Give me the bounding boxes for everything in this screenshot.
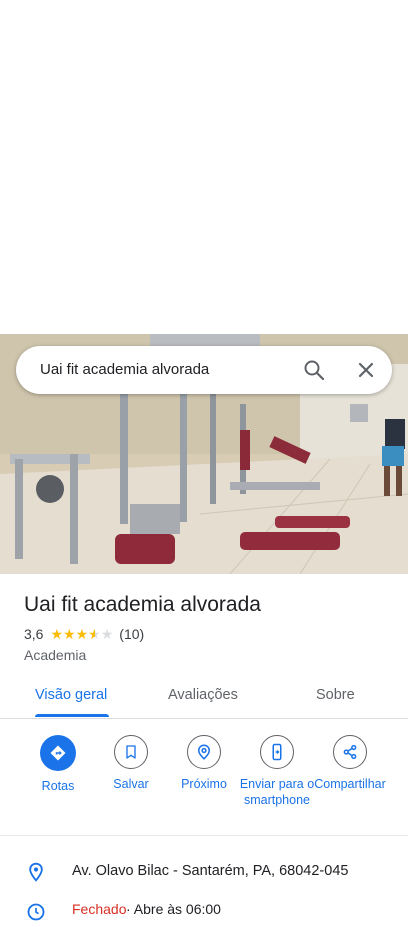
hours-detail: · Abre às 06:00 [126,901,221,917]
nearby-icon [187,735,221,769]
search-icon[interactable] [302,358,326,382]
blank-map-area [0,0,408,334]
star-icon: ★ [100,626,114,642]
share-icon [333,735,367,769]
send-to-phone-button[interactable]: Enviar para o smartphone [239,735,315,808]
address-row[interactable]: Av. Olavo Bilac - Santarém, PA, 68042-04… [0,852,408,890]
clock-icon [26,902,46,922]
share-button[interactable]: Compartilhar [312,735,388,792]
save-button[interactable]: Salvar [93,735,169,792]
nearby-label: Próximo [181,777,227,791]
bookmark-icon [114,735,148,769]
directions-label: Rotas [41,779,75,793]
location-pin-icon [26,862,46,882]
send-to-phone-label: Enviar para o smartphone [239,777,315,807]
rating-stars: ★ ★ ★ ★ ★ [50,627,113,641]
save-label: Salvar [113,777,149,791]
hours-row[interactable]: Fechado · Abre às 06:00 [0,896,408,921]
rating-value: 3,6 [24,626,44,642]
tab-overview[interactable]: Visão geral [35,687,107,703]
tab-about[interactable]: Sobre [316,687,355,703]
star-icon: ★ [75,626,89,642]
rating-row[interactable]: 3,6 ★ ★ ★ ★ ★ (10) [24,626,144,642]
share-label: Compartilhar [314,777,386,791]
review-count[interactable]: (10) [119,626,144,642]
address-text: Av. Olavo Bilac - Santarém, PA, 68042-04… [72,863,349,879]
place-title: Uai fit academia alvorada [24,593,261,616]
close-icon[interactable] [354,358,378,382]
search-box[interactable]: Uai fit academia alvorada [16,346,392,394]
active-tab-indicator [35,714,109,717]
hours-status: Fechado [72,901,127,917]
directions-icon [40,735,76,771]
tab-bar: Visão geral Avaliações Sobre [0,672,408,719]
tab-reviews[interactable]: Avaliações [168,687,238,703]
search-input[interactable]: Uai fit academia alvorada [40,361,209,378]
star-icon: ★ [50,626,64,642]
place-category[interactable]: Academia [24,647,86,663]
half-star-icon: ★ [88,626,101,642]
action-bar: Rotas Salvar Próximo Enviar para o smart… [0,719,408,836]
nearby-button[interactable]: Próximo [166,735,242,792]
directions-button[interactable]: Rotas [20,735,96,794]
star-icon: ★ [63,626,76,642]
send-to-phone-icon [260,735,294,769]
